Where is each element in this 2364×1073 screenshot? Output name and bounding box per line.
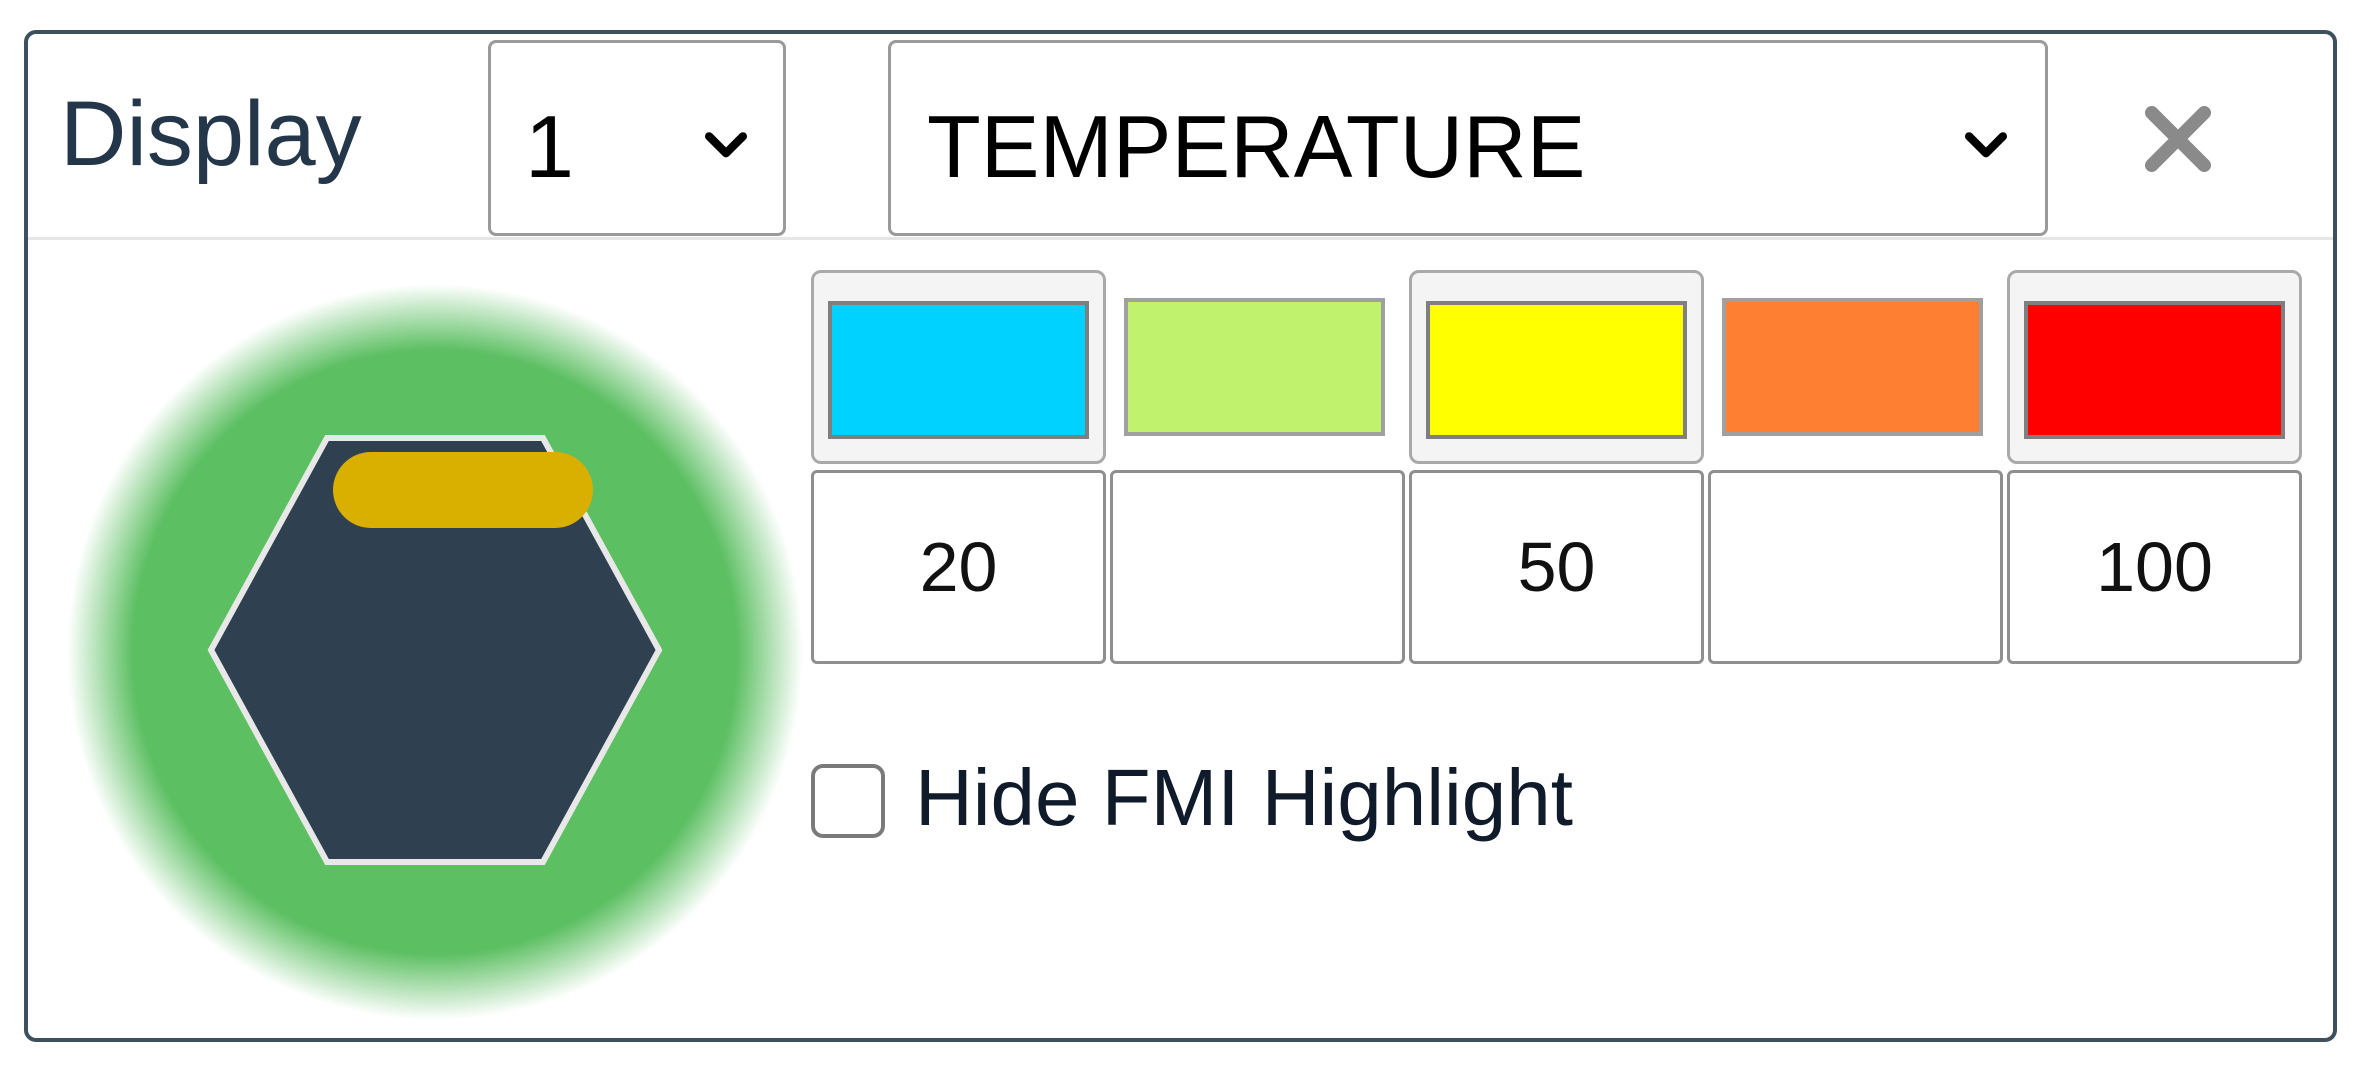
threshold-input-4[interactable] xyxy=(1708,470,2003,664)
color-swatch-1[interactable] xyxy=(811,270,1106,464)
color-swatch-2[interactable] xyxy=(1110,270,1405,464)
threshold-input-1[interactable]: 20 xyxy=(811,470,1106,664)
hexagon-indicator xyxy=(333,452,593,528)
display-settings-panel: Display 1 TEMPERATURE 20 50 100 Hide FMI… xyxy=(24,30,2337,1042)
swatch-fill xyxy=(828,301,1089,439)
display-number-value: 1 xyxy=(525,97,574,196)
chevron-down-icon xyxy=(1964,132,2008,158)
chevron-down-icon xyxy=(704,132,748,158)
hide-fmi-highlight-checkbox[interactable] xyxy=(811,764,885,838)
threshold-input-2[interactable] xyxy=(1110,470,1405,664)
color-swatch-5[interactable] xyxy=(2007,270,2302,464)
hide-fmi-highlight-label: Hide FMI Highlight xyxy=(915,753,1574,842)
display-number-select[interactable]: 1 xyxy=(488,40,786,236)
close-icon[interactable] xyxy=(2133,94,2223,184)
display-label: Display xyxy=(60,83,362,185)
color-swatch-4[interactable] xyxy=(1708,270,2003,464)
swatch-fill xyxy=(1124,298,1385,436)
hexagon-preview xyxy=(67,284,803,1020)
metric-select-value: TEMPERATURE xyxy=(927,97,1586,196)
panel-header: Display 1 TEMPERATURE xyxy=(28,34,2333,240)
threshold-input-3[interactable]: 50 xyxy=(1409,470,1704,664)
color-swatch-3[interactable] xyxy=(1409,270,1704,464)
swatch-fill xyxy=(1722,298,1983,436)
metric-select[interactable]: TEMPERATURE xyxy=(888,40,2048,236)
swatch-fill xyxy=(1426,301,1687,439)
threshold-input-5[interactable]: 100 xyxy=(2007,470,2302,664)
swatch-fill xyxy=(2024,301,2285,439)
